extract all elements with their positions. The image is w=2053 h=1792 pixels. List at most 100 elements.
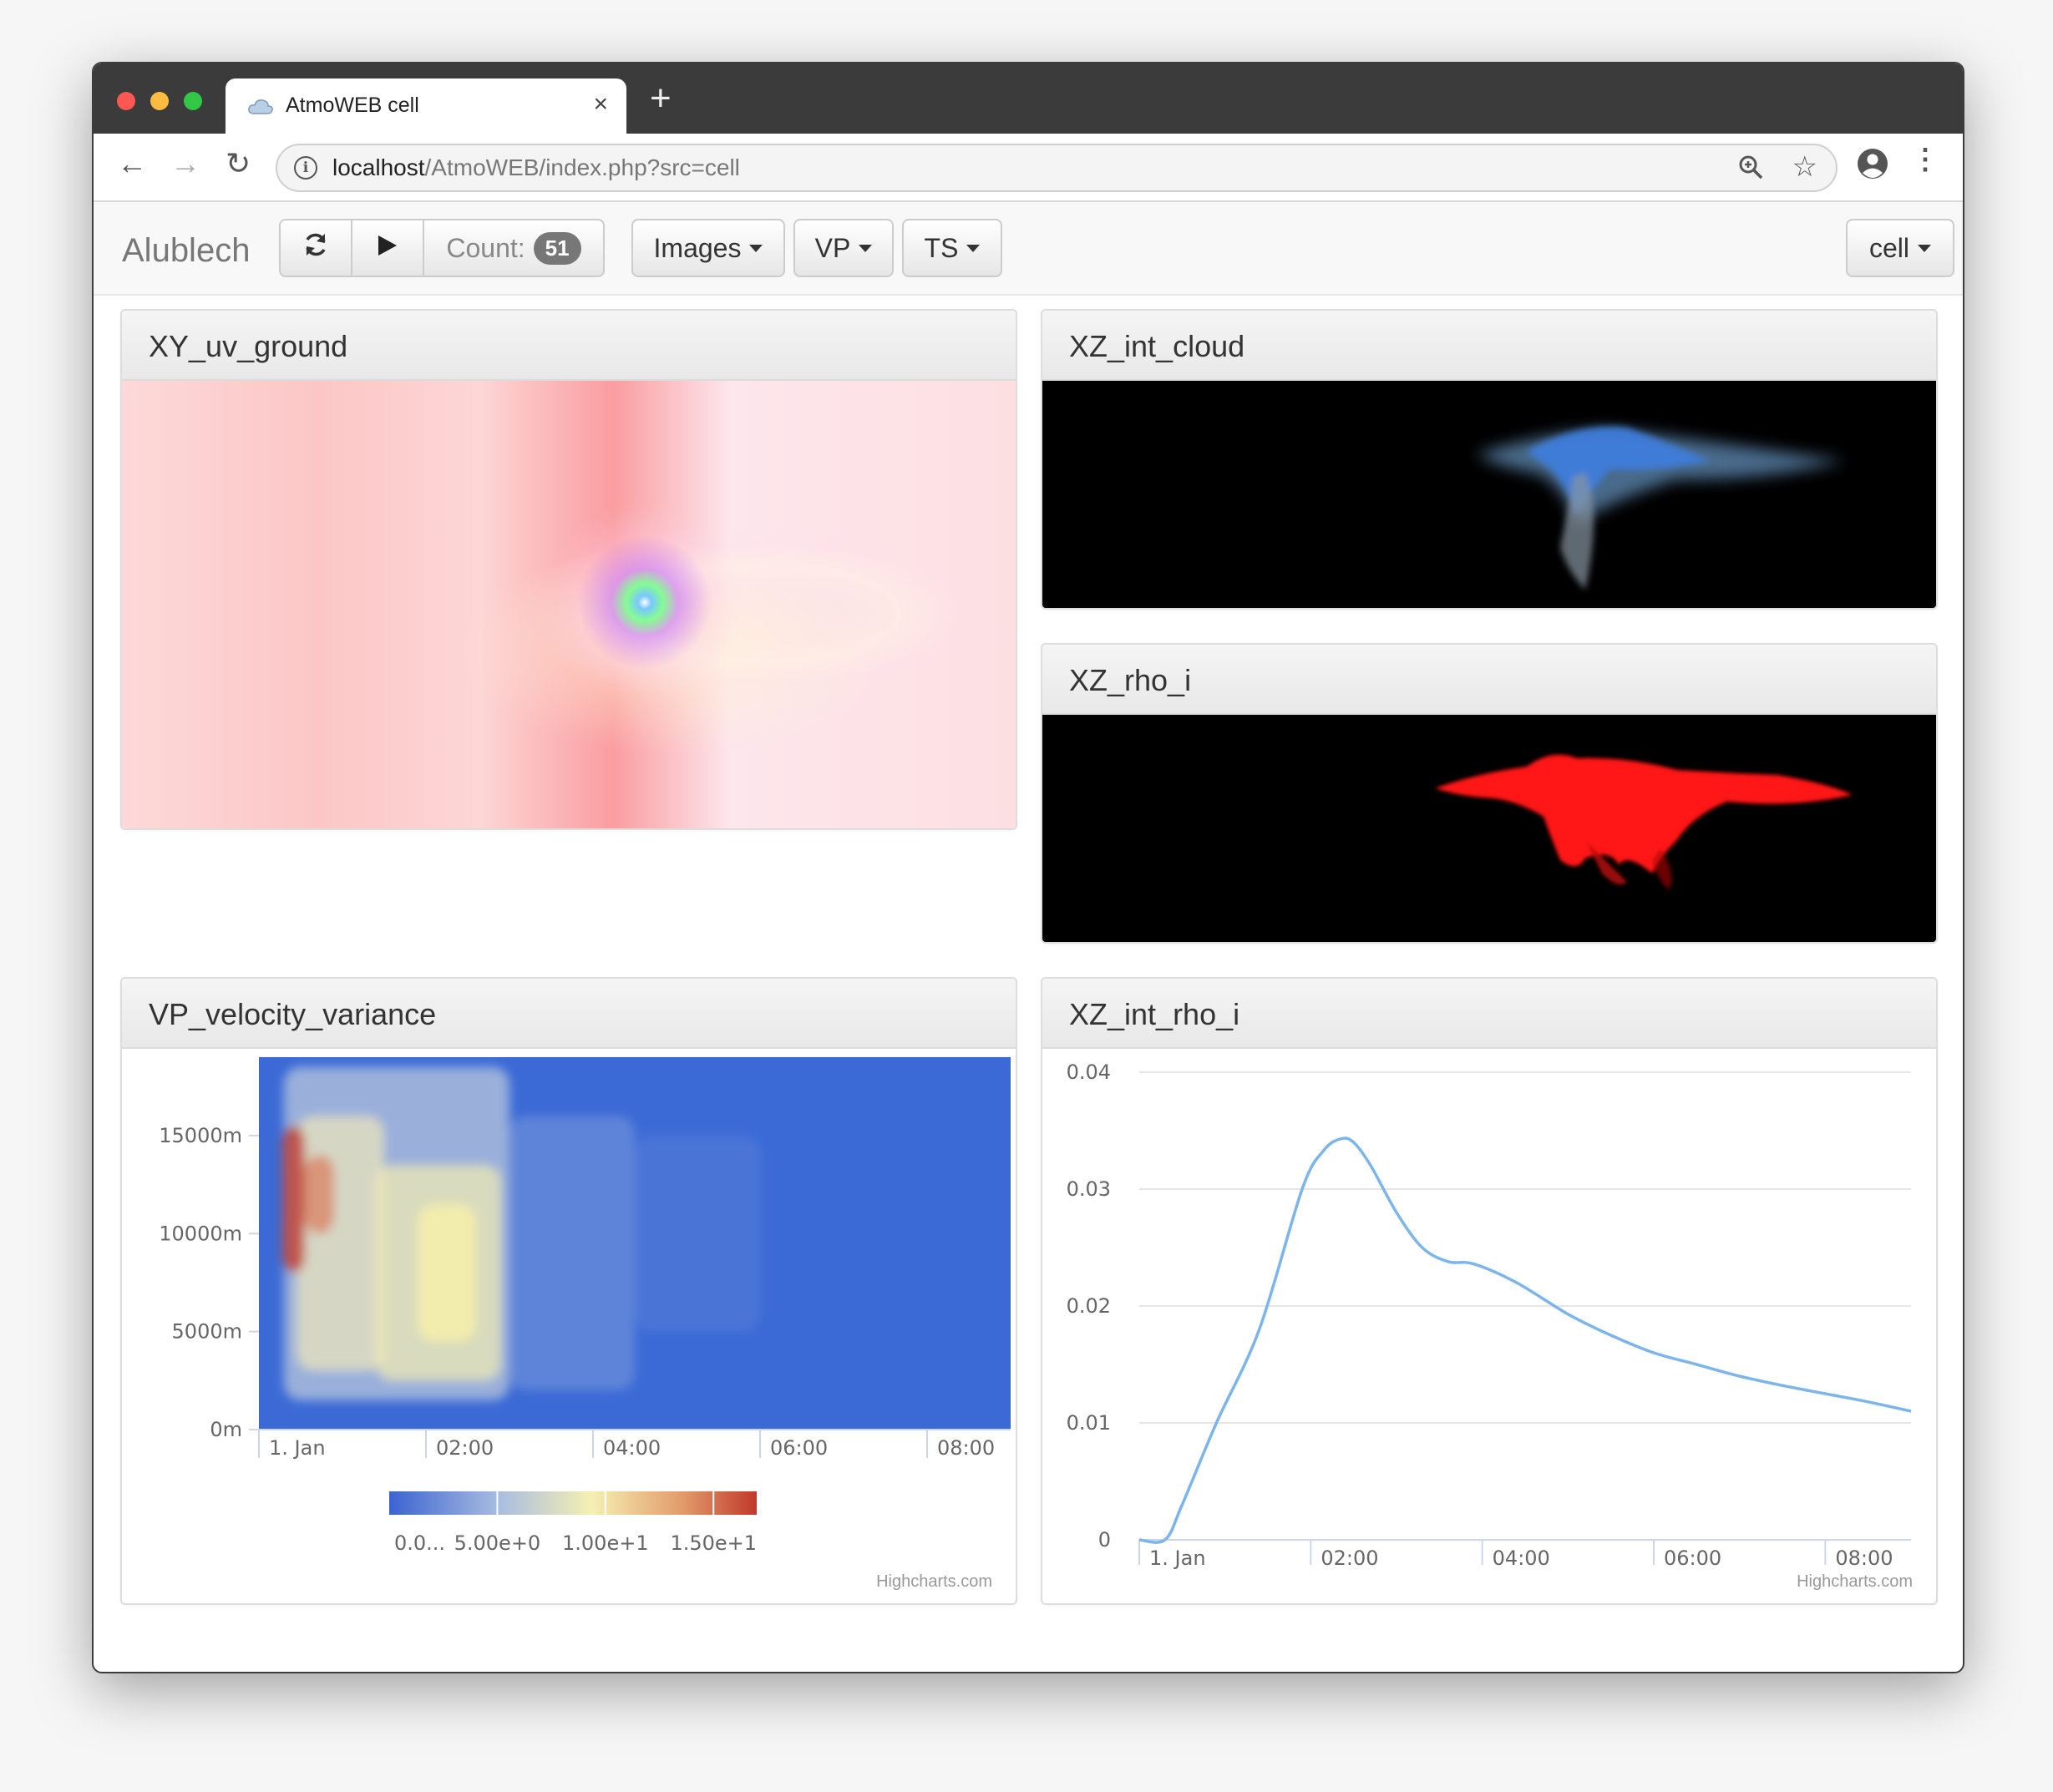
panel-heading: VP_velocity_variance: [122, 979, 1016, 1049]
x-tick-label: 04:00: [603, 1436, 661, 1460]
heatmap-cell: [305, 1155, 334, 1234]
velocity-variance-heatmap: 15000m 10000m 5000m 0m 1. Jan 02:00 04:00 06:00…: [159, 1057, 1011, 1555]
int-cloud-image: [1042, 381, 1936, 608]
panel-heading: XZ_int_rho_i: [1042, 979, 1936, 1049]
y-tick-label: 10000m: [159, 1222, 242, 1245]
y-tick-label: 0.01: [1067, 1411, 1111, 1435]
info-icon[interactable]: i: [294, 156, 317, 180]
cell-dropdown[interactable]: cell: [1846, 219, 1954, 277]
tab-close-icon[interactable]: ×: [593, 90, 608, 119]
vp-dropdown[interactable]: VP: [793, 219, 894, 277]
colorbar-label: 0.0...: [394, 1531, 445, 1555]
y-tick-label: 0.04: [1067, 1061, 1111, 1084]
forward-button[interactable]: →: [170, 149, 200, 179]
close-window-button[interactable]: [117, 92, 135, 110]
series-line[interactable]: [1138, 1136, 1912, 1544]
brand[interactable]: Alublech: [122, 232, 250, 270]
chevron-down-icon: [1918, 244, 1931, 252]
panel-heading: XZ_rho_i: [1042, 645, 1936, 715]
address-bar[interactable]: i localhost/AtmoWEB/index.php?src=cell ☆: [276, 144, 1838, 192]
refresh-icon: [302, 230, 330, 266]
url-path: /AtmoWEB/index.php?src=cell: [424, 154, 740, 180]
y-tick-label: 0: [1098, 1528, 1111, 1552]
x-tick-label: 02:00: [1321, 1546, 1378, 1570]
panel-xz-int-rho-i: XZ_int_rho_i 0.04 0.03 0.02 0.01 0 1. Jan 02:0…: [1041, 977, 1938, 1605]
chevron-down-icon: [749, 244, 763, 252]
heatmap-plot-area: [259, 1057, 1011, 1430]
tab-strip: AtmoWEB cell × +: [94, 63, 1963, 134]
url-host: localhost: [332, 154, 425, 180]
x-tick-label: 06:00: [1664, 1546, 1721, 1570]
x-tick-label: 02:00: [436, 1436, 494, 1460]
panel-heading: XY_uv_ground: [122, 311, 1016, 381]
ts-label: TS: [924, 232, 959, 263]
panel-title: XZ_int_rho_i: [1069, 997, 1240, 1031]
panel-vp-velocity-variance: VP_velocity_variance 15000m 10000m 5000m 0m…: [120, 977, 1017, 1605]
highcharts-credit[interactable]: Highcharts.com: [1797, 1572, 1913, 1592]
x-tick-label: 1. Jan: [1149, 1546, 1206, 1570]
reload-button[interactable]: ↻: [226, 149, 251, 179]
account-icon[interactable]: [1856, 147, 1889, 185]
panel-title: XZ_rho_i: [1069, 663, 1192, 697]
zoom-icon[interactable]: [1737, 154, 1764, 185]
app-navbar: Alublech Count: 51 Images VP TS cell: [94, 202, 1963, 296]
line-chart-axes: 0.04 0.03 0.02 0.01 0 1. Jan 02:00 04:00 06:00 08…: [1067, 1061, 1911, 1570]
url-text: localhost/AtmoWEB/index.php?src=cell: [332, 154, 740, 181]
heatmap-cell: [297, 1116, 384, 1371]
browser-tab[interactable]: AtmoWEB cell ×: [226, 78, 626, 134]
cloud-icon: [247, 97, 274, 119]
line-chart-grid: [1139, 1071, 1911, 1541]
vp-label: VP: [814, 232, 851, 263]
colorbar-label: 1.50e+1: [670, 1531, 757, 1555]
count-badge: 51: [533, 231, 581, 265]
heatmap-cell: [282, 1126, 305, 1273]
line-chart-series: [1138, 1136, 1912, 1544]
back-button[interactable]: ←: [117, 149, 147, 179]
play-button[interactable]: [351, 219, 424, 277]
new-tab-button[interactable]: +: [650, 80, 672, 117]
y-tick-label: 0.02: [1067, 1294, 1111, 1318]
x-tick-label: 08:00: [937, 1436, 995, 1460]
panel-title: VP_velocity_variance: [149, 997, 437, 1031]
x-tick-label: 08:00: [1835, 1546, 1893, 1570]
play-icon: [377, 233, 398, 264]
int-rho-i-line-chart: 0.04 0.03 0.02 0.01 0 1. Jan 02:00 04:00 06:00 08…: [1067, 1061, 1912, 1570]
colorbar-gradient: [389, 1491, 757, 1515]
heatmap-cell: [509, 1116, 635, 1391]
heatmap-colorbar: 0.0... 5.00e+0 1.00e+1 1.50e+1: [389, 1491, 757, 1555]
rho-i-image: [1042, 715, 1936, 942]
x-tick-label: 1. Jan: [269, 1436, 326, 1460]
panel-xz-rho-i: XZ_rho_i: [1041, 643, 1938, 944]
y-tick-label: 0.03: [1067, 1177, 1111, 1201]
x-tick-label: 04:00: [1493, 1546, 1550, 1570]
panel-xy-uv-ground: XY_uv_ground: [120, 309, 1017, 830]
images-label: Images: [653, 232, 742, 263]
maximize-window-button[interactable]: [184, 92, 202, 110]
ts-dropdown[interactable]: TS: [902, 219, 1002, 277]
minimize-window-button[interactable]: [150, 92, 169, 110]
panel-title: XY_uv_ground: [149, 329, 348, 363]
y-tick-label: 15000m: [159, 1124, 242, 1147]
refresh-button[interactable]: [279, 219, 352, 277]
panel-title: XZ_int_cloud: [1069, 329, 1245, 363]
browser-menu-icon[interactable]: ⋮: [1911, 145, 1939, 174]
cell-label: cell: [1868, 232, 1909, 263]
panel-xz-int-cloud: XZ_int_cloud: [1041, 309, 1938, 610]
count-label: Count:: [446, 232, 525, 263]
colorbar-label: 5.00e+0: [454, 1531, 541, 1555]
chevron-down-icon: [966, 244, 981, 252]
browser-window: AtmoWEB cell × + ← → ↻ i localhost/AtmoW…: [92, 62, 1964, 1673]
y-tick-label: 5000m: [172, 1320, 242, 1344]
highcharts-credit[interactable]: Highcharts.com: [876, 1572, 992, 1592]
tab-title: AtmoWEB cell: [286, 94, 419, 117]
heatmap-cell: [418, 1204, 476, 1342]
images-dropdown[interactable]: Images: [631, 219, 785, 277]
colorbar-label: 1.00e+1: [562, 1531, 649, 1555]
count-display: Count: 51: [423, 219, 605, 277]
panel-heading: XZ_int_cloud: [1042, 311, 1936, 381]
y-tick-label: 0m: [210, 1418, 242, 1441]
bookmark-star-icon[interactable]: ☆: [1792, 150, 1817, 184]
uv-ground-image: [122, 381, 1016, 828]
heatmap-cell: [635, 1135, 760, 1332]
x-tick-label: 06:00: [770, 1436, 828, 1460]
